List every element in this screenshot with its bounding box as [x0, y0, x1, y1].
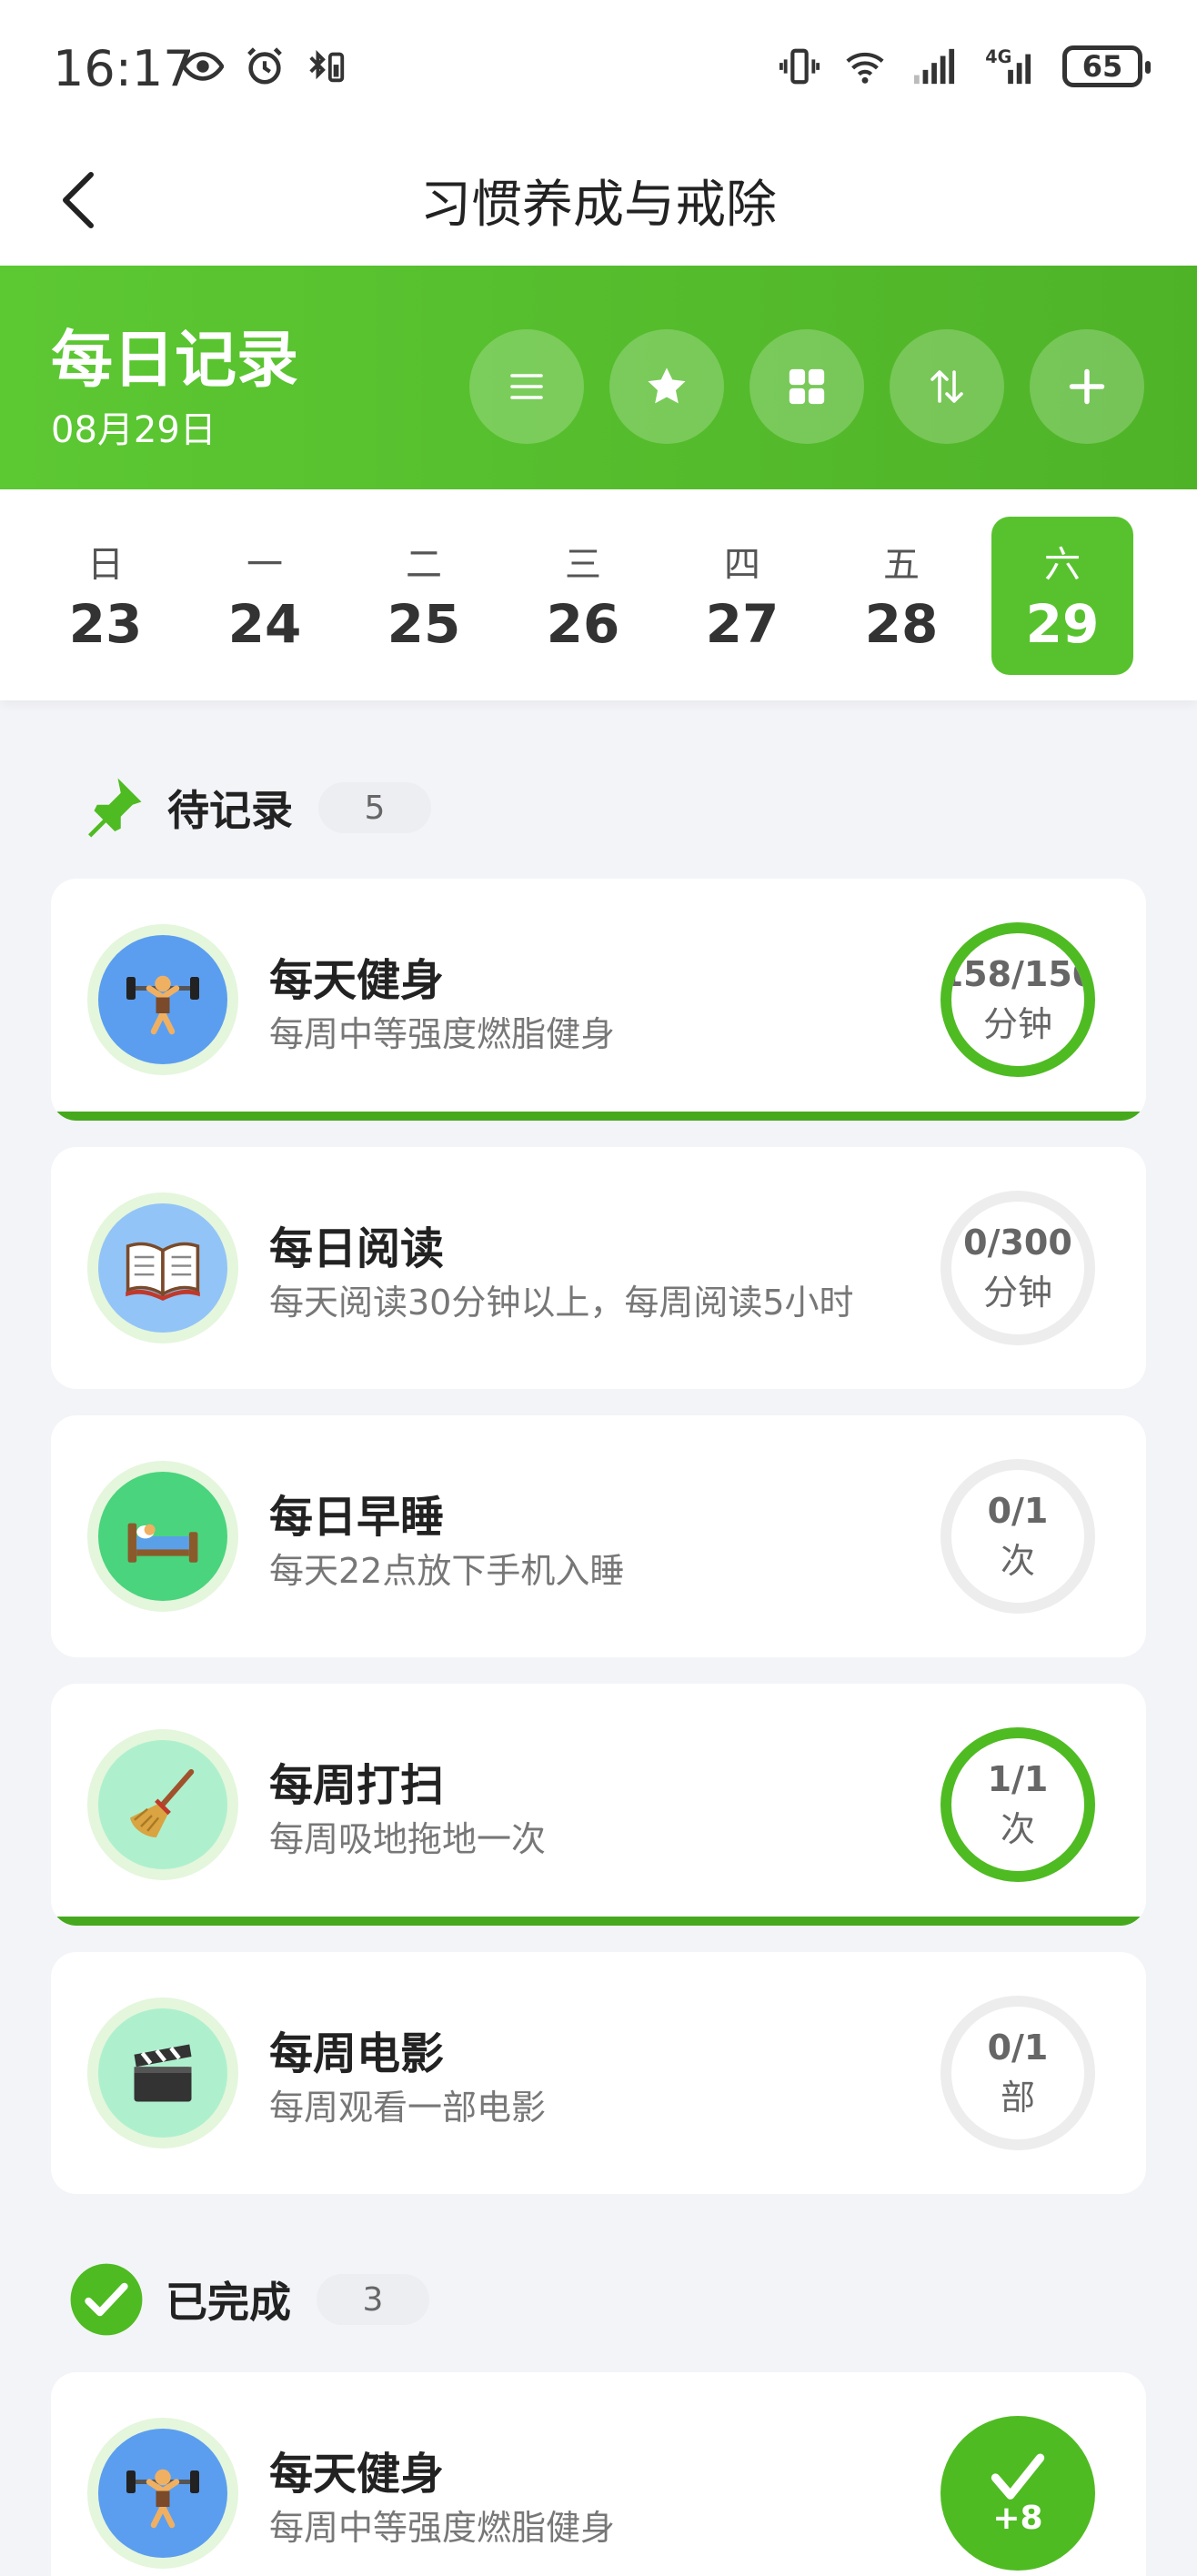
habit-subtitle: 每周中等强度燃脂健身: [269, 1014, 616, 1054]
checkmark-icon: [991, 2453, 1045, 2500]
habit-card[interactable]: 每周打扫 每周吸地拖地一次 1/1 次: [51, 1684, 1146, 1926]
completed-habit-card[interactable]: 每天健身 每周中等强度燃脂健身 +8: [51, 2372, 1146, 2576]
habit-card[interactable]: 每周电影 每周观看一部电影 0/1 部: [51, 1952, 1146, 2194]
plus-icon: [1069, 368, 1105, 405]
bed-icon: [98, 1472, 227, 1601]
header-date: 08月29日: [51, 409, 216, 451]
signal-4g-icon: 4G: [985, 46, 1031, 85]
status-time: 16:17: [53, 40, 195, 97]
completed-section-header: 已完成 3: [67, 2263, 429, 2336]
progress-ring[interactable]: 0/1 部: [940, 1996, 1095, 2150]
day-item[interactable]: 三 26: [512, 517, 654, 675]
progress-bar: [51, 1112, 1146, 1121]
nav-bar: 习惯养成与戒除: [0, 136, 1197, 266]
progress-ring[interactable]: 0/1 次: [940, 1459, 1095, 1614]
daily-record-header: 每日记录 08月29日: [0, 266, 1197, 489]
habit-title: 每周电影: [269, 2028, 445, 2079]
section-title: 已完成: [166, 2278, 291, 2327]
habit-title: 每周打扫: [269, 1760, 445, 1811]
progress-ring[interactable]: 1/1 次: [940, 1727, 1095, 1882]
status-bar: 16:17 4G 65: [0, 0, 1197, 136]
habit-title: 每天健身: [269, 2449, 445, 2500]
sort-arrows-icon: [930, 370, 963, 403]
list-view-button[interactable]: [469, 329, 584, 444]
day-item-selected[interactable]: 六 29: [991, 517, 1133, 675]
book-icon: [98, 1203, 227, 1333]
habit-subtitle: 每周观看一部电影: [269, 2088, 547, 2128]
habit-subtitle: 每周吸地拖地一次: [269, 1819, 547, 1859]
alarm-icon: [247, 47, 282, 85]
week-day-strip: 日 23 一 24 二 25 三 26 四 27 五 28 六 29: [0, 489, 1197, 700]
favorites-button[interactable]: [609, 329, 724, 444]
habit-card[interactable]: 每天健身 每周中等强度燃脂健身 158/150 分钟: [51, 879, 1146, 1121]
habit-title: 每天健身: [269, 955, 445, 1006]
day-item[interactable]: 五 28: [830, 517, 972, 675]
weightlifter-icon: [98, 2429, 227, 2558]
status-icons-left: [182, 45, 347, 87]
status-icons-right: 4G 65: [779, 45, 1151, 87]
wifi-icon: [846, 52, 884, 84]
pending-section-header: 待记录 5: [76, 771, 431, 844]
day-item[interactable]: 日 23: [35, 517, 176, 675]
day-item[interactable]: 四 27: [671, 517, 813, 675]
habit-subtitle: 每天阅读30分钟以上，每周阅读5小时: [269, 1283, 854, 1323]
completed-badge[interactable]: +8: [940, 2416, 1095, 2571]
habit-subtitle: 每天22点放下手机入睡: [269, 1551, 625, 1591]
battery-indicator: 65: [1062, 45, 1151, 87]
pin-icon: [88, 778, 142, 838]
habit-subtitle: 每周中等强度燃脂健身: [269, 2508, 616, 2548]
svg-text:4G: 4G: [985, 46, 1011, 67]
eye-icon: [182, 52, 224, 81]
add-habit-button[interactable]: [1030, 329, 1144, 444]
sort-button[interactable]: [890, 329, 1004, 444]
weightlifter-icon: [98, 935, 227, 1064]
grid-view-button[interactable]: [749, 329, 864, 444]
vibrate-icon: [779, 48, 820, 85]
check-circle-icon: [70, 2263, 143, 2336]
progress-ring[interactable]: 0/300 分钟: [940, 1191, 1095, 1345]
bluetooth-battery-icon: [309, 49, 345, 83]
grid-icon: [789, 368, 825, 405]
star-icon: [648, 367, 686, 404]
day-item[interactable]: 一 24: [194, 517, 336, 675]
section-title: 待记录: [167, 786, 293, 835]
day-item[interactable]: 二 25: [353, 517, 495, 675]
signal-icon: [914, 48, 955, 85]
habit-title: 每日早睡: [269, 1492, 445, 1543]
progress-ring[interactable]: 158/150 分钟: [940, 922, 1095, 1077]
progress-bar: [51, 1917, 1146, 1926]
points-label: +8: [992, 2499, 1043, 2537]
menu-icon: [510, 374, 543, 399]
header-title: 每日记录: [51, 325, 299, 397]
broom-icon: [98, 1740, 227, 1869]
count-badge: 5: [318, 782, 431, 833]
habit-card[interactable]: 每日早睡 每天22点放下手机入睡 0/1 次: [51, 1415, 1146, 1657]
count-badge: 3: [317, 2274, 429, 2325]
page-title: 习惯养成与戒除: [420, 176, 777, 235]
habit-card[interactable]: 每日阅读 每天阅读30分钟以上，每周阅读5小时 0/300 分钟: [51, 1147, 1146, 1389]
habit-title: 每日阅读: [269, 1223, 445, 1274]
clapper-icon: [98, 2008, 227, 2138]
